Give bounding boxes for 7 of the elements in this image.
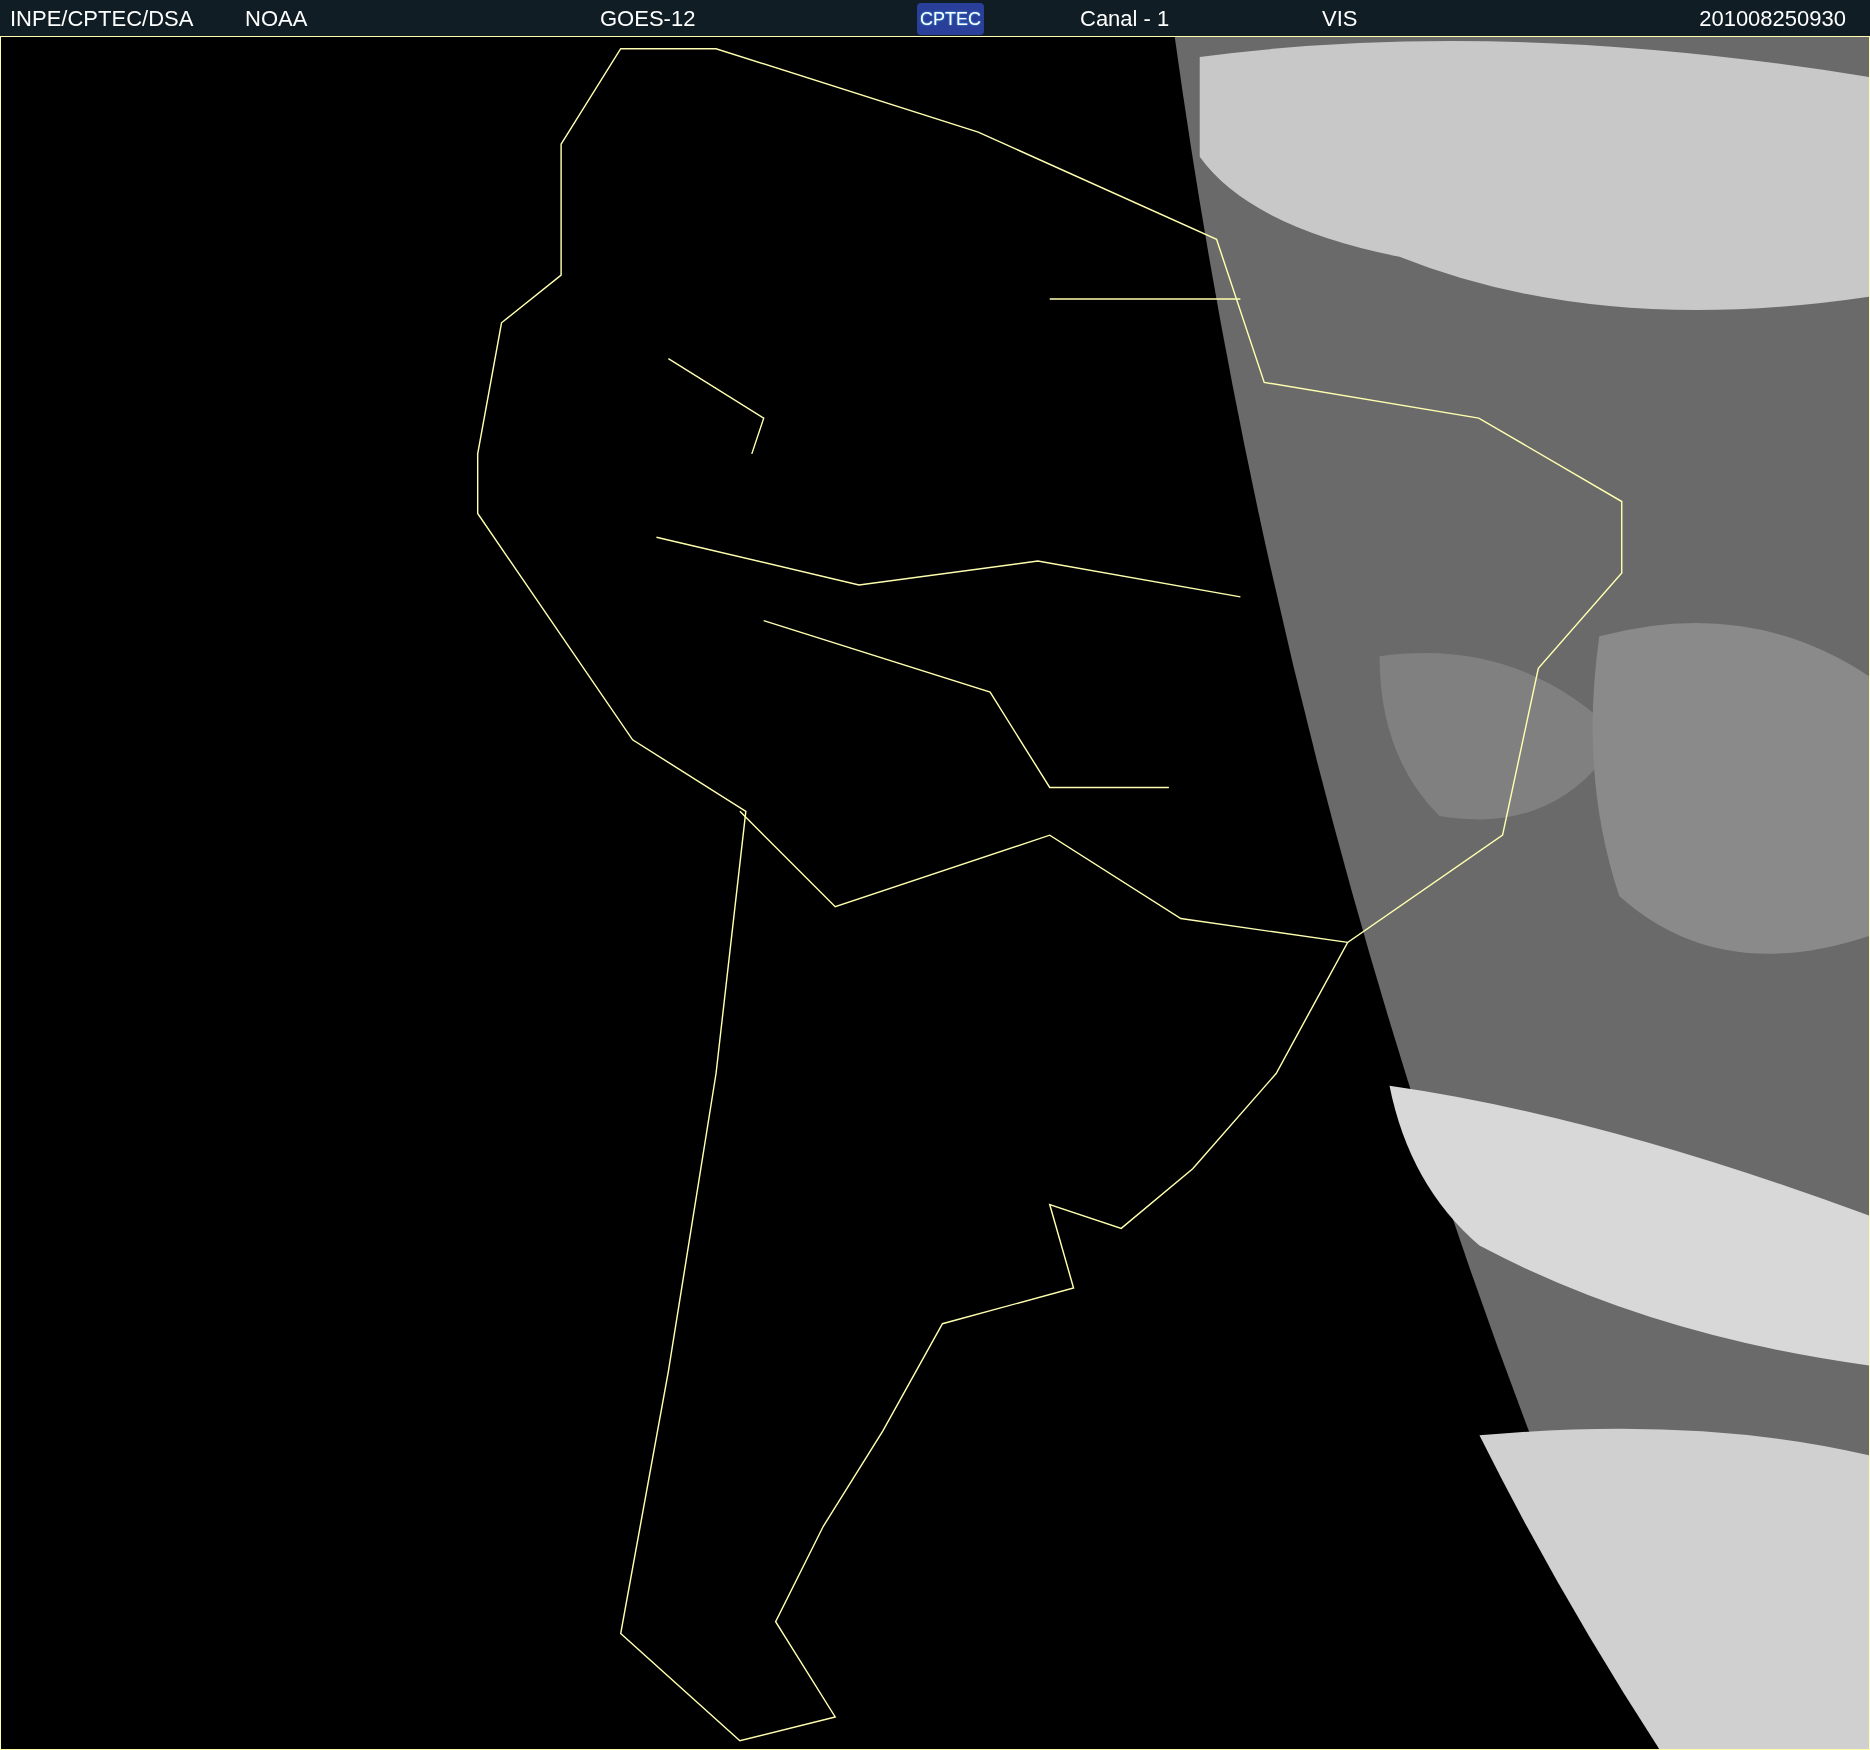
header-label: NOAA <box>245 5 308 31</box>
header-label: 201008250930 <box>1699 5 1846 31</box>
logo: CPTEC <box>917 3 984 35</box>
header-label: GOES-12 <box>600 5 696 31</box>
header-label: VIS <box>1322 5 1358 31</box>
header-label: INPE/CPTEC/DSA <box>10 5 194 31</box>
header-label: Canal - 1 <box>1080 5 1170 31</box>
